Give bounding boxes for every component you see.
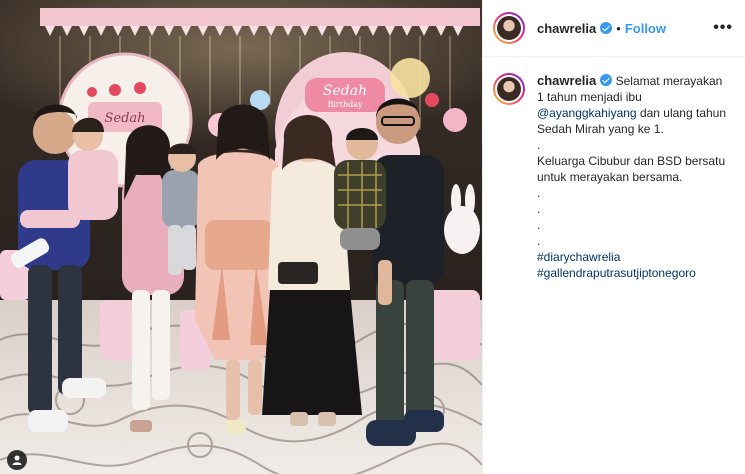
hashtag-link[interactable]: #diarychawrelia — [537, 249, 727, 265]
verified-badge-icon — [600, 22, 613, 34]
svg-text:Birthday: Birthday — [327, 100, 363, 109]
caption-dot-line: . — [537, 138, 541, 152]
left-sign-text: Sedah — [104, 111, 145, 126]
caption-verified-badge-icon — [600, 74, 613, 86]
follow-button[interactable]: Follow — [625, 21, 666, 36]
caption-dot-line: . — [537, 234, 541, 248]
caption-text: chawrelia Selamat merayakan 1 tahun menj… — [537, 73, 727, 281]
caption-username[interactable]: chawrelia — [537, 73, 596, 88]
caption-second-line: Keluarga Cibubur dan BSD bersatu untuk m… — [537, 154, 726, 184]
post-header: chawrelia • Follow ••• — [483, 0, 745, 57]
post-sidebar: chawrelia • Follow ••• chawrelia Selamat… — [482, 0, 745, 474]
user-icon — [12, 455, 22, 465]
more-options-icon[interactable]: ••• — [713, 19, 733, 37]
hashtag-link[interactable]: #gallendraputrasutjiptonegoro — [537, 265, 727, 281]
post-photo[interactable]: Sedah Sedah Birthday — [0, 0, 482, 474]
caption-dot-line: . — [537, 202, 541, 216]
mention-link[interactable]: @ayanggkahiyang — [537, 106, 637, 120]
caption-author-avatar[interactable] — [493, 73, 525, 105]
caption-dot-line: . — [537, 218, 541, 232]
backdrop-sign-text: Sedah — [323, 83, 367, 99]
author-username[interactable]: chawrelia — [537, 21, 596, 36]
caption-dot-line: . — [537, 186, 541, 200]
party-photo: Sedah Sedah Birthday — [0, 0, 482, 474]
tagged-users-button[interactable] — [7, 450, 27, 470]
post-caption: chawrelia Selamat merayakan 1 tahun menj… — [483, 57, 745, 281]
author-avatar[interactable] — [493, 12, 525, 44]
separator-dot: • — [616, 20, 621, 36]
